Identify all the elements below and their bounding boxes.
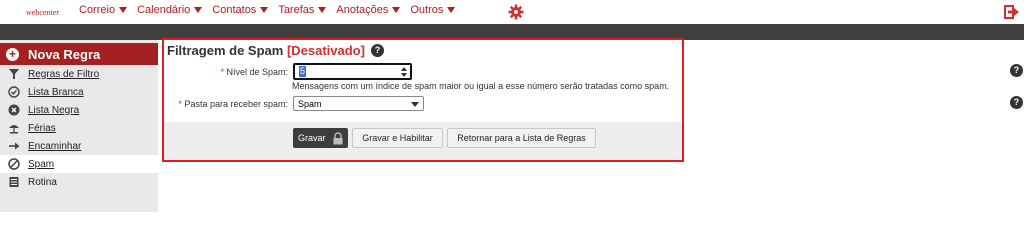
menu-anotacoes[interactable]: Anotações [336, 4, 401, 16]
gear-icon[interactable] [508, 4, 524, 20]
spam-folder-select[interactable]: Spam [293, 96, 424, 111]
sidebar: + Nova Regra Regras de Filtro Lista Bran… [0, 40, 158, 212]
page-title: Filtragem de Spam [Desativado] ? [167, 43, 384, 58]
menu-contatos[interactable]: Contatos [212, 4, 269, 16]
sidebar-item-label: Encaminhar [28, 140, 82, 152]
menu-label: Outros [410, 4, 444, 16]
menu-tarefas[interactable]: Tarefas [278, 4, 327, 16]
menu-label: Contatos [212, 4, 257, 16]
sidebar-item-lista-negra[interactable]: Lista Negra [0, 101, 158, 119]
list-icon [8, 176, 20, 188]
menu-label: Calendário [137, 4, 191, 16]
back-to-rules-button[interactable]: Retornar para a Lista de Regras [447, 128, 596, 148]
sidebar-list: Regras de Filtro Lista Branca Lista Negr… [0, 65, 158, 191]
sidebar-item-label: Regras de Filtro [28, 68, 100, 80]
help-icon-spam-folder[interactable]: ? [1010, 96, 1023, 109]
menu-label: Tarefas [278, 4, 315, 16]
save-button[interactable]: Gravar [293, 128, 348, 148]
spam-level-label: * Nível de Spam: [200, 67, 288, 77]
sidebar-item-label: Lista Negra [28, 104, 80, 116]
sidebar-item-regras-de-filtro[interactable]: Regras de Filtro [0, 65, 158, 83]
arrow-right-icon [8, 140, 20, 152]
chevron-down-icon [411, 102, 419, 107]
required-mark: * [178, 99, 182, 109]
new-rule-label: Nova Regra [28, 46, 101, 62]
caret-down-icon [318, 7, 327, 13]
sidebar-item-lista-branca[interactable]: Lista Branca [0, 83, 158, 101]
required-mark: * [220, 67, 224, 77]
spam-folder-value: Spam [298, 98, 322, 109]
spam-folder-label-text: Pasta para receber spam: [184, 99, 288, 109]
sidebar-item-rotina[interactable]: Rotina [0, 173, 158, 191]
menu-calendario[interactable]: Calendário [137, 4, 203, 16]
back-to-rules-label: Retornar para a Lista de Regras [457, 133, 586, 143]
sidebar-item-label: Spam [28, 158, 55, 170]
caret-down-icon [447, 7, 456, 13]
x-circle-icon [8, 104, 20, 116]
top-navigation-bar: webcenter Correio Calendário Contatos Ta… [0, 0, 1024, 24]
sidebar-item-spam[interactable]: Spam [0, 155, 158, 173]
help-icon[interactable]: ? [370, 44, 384, 57]
spam-level-label-text: Nível de Spam: [226, 67, 288, 77]
caret-down-icon [194, 7, 203, 13]
no-entry-icon [8, 158, 20, 170]
spam-level-stepper[interactable]: 5 [293, 63, 412, 80]
menu-outros[interactable]: Outros [410, 4, 456, 16]
check-circle-icon [8, 86, 20, 98]
filter-icon [8, 68, 20, 80]
sidebar-item-label: Rotina [28, 176, 57, 188]
vacation-icon [8, 122, 20, 134]
sidebar-item-ferias[interactable]: Férias [0, 119, 158, 137]
main-menu: Correio Calendário Contatos Tarefas Anot… [79, 4, 465, 16]
caret-down-icon [260, 7, 269, 13]
menu-label: Anotações [336, 4, 389, 16]
save-and-enable-button[interactable]: Gravar e Habilitar [352, 128, 443, 148]
sidebar-item-label: Lista Branca [28, 86, 84, 98]
new-rule-button[interactable]: + Nova Regra [0, 43, 158, 65]
spam-level-hint: Mensagens com um índice de spam maior ou… [292, 81, 670, 91]
menu-correio[interactable]: Correio [79, 4, 128, 16]
logout-icon[interactable] [1003, 4, 1019, 20]
spam-level-value: 5 [299, 66, 307, 77]
menu-label: Correio [79, 4, 116, 16]
help-icon-spam-level[interactable]: ? [1010, 64, 1023, 77]
spinner-arrows-icon[interactable] [401, 67, 407, 77]
status-badge: [Desativado] [286, 43, 365, 58]
plus-icon: + [6, 47, 19, 61]
caret-down-icon [392, 7, 401, 13]
title-text: Filtragem de Spam [167, 43, 284, 58]
lock-icon [333, 132, 343, 145]
sidebar-item-label: Férias [28, 122, 56, 134]
save-and-enable-label: Gravar e Habilitar [362, 133, 433, 143]
app-logo[interactable]: webcenter [26, 8, 59, 17]
save-button-label: Gravar [298, 133, 326, 143]
sidebar-item-encaminhar[interactable]: Encaminhar [0, 137, 158, 155]
spam-folder-label: * Pasta para receber spam: [168, 99, 288, 109]
caret-down-icon [119, 7, 128, 13]
